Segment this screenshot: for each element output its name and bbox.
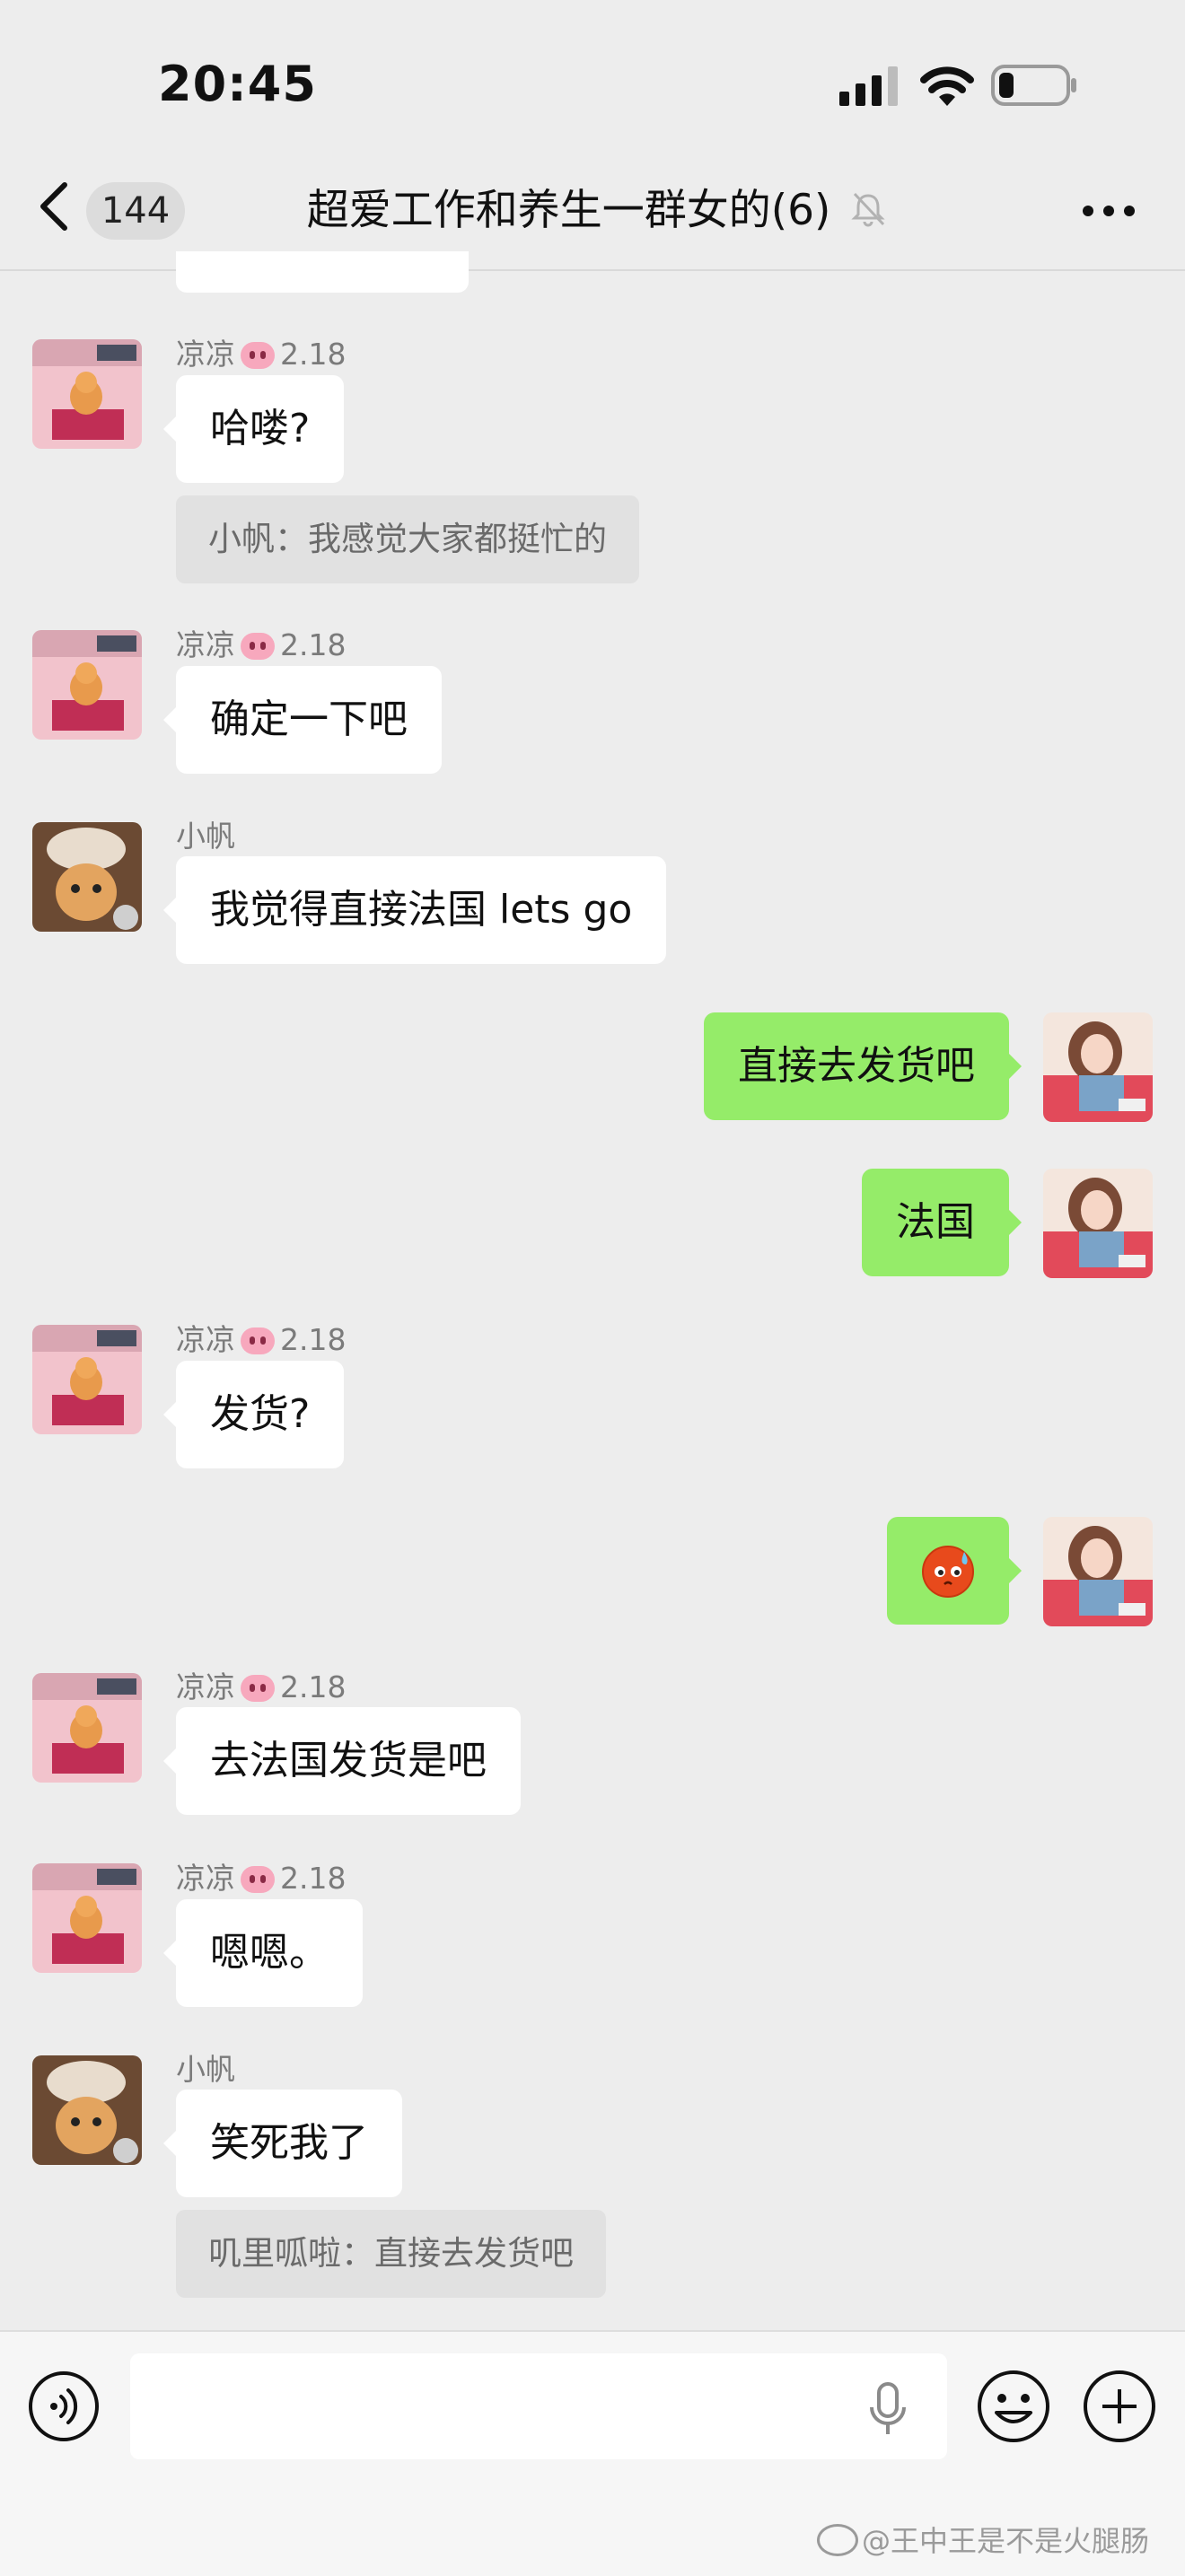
signal-icon xyxy=(839,66,898,106)
avatar-xiaofan[interactable] xyxy=(32,822,142,932)
wifi-icon xyxy=(920,66,974,106)
pig-face-emoji xyxy=(241,1675,275,1702)
avatar-liangliang[interactable] xyxy=(32,1325,142,1434)
message-bubble[interactable]: 笑死我了 xyxy=(163,2090,402,2197)
avatar-self[interactable] xyxy=(1043,1517,1153,1626)
pig-face-emoji xyxy=(241,342,275,369)
message-bubble[interactable]: 发货? xyxy=(162,1361,345,1468)
message-bubble[interactable]: 嗯嗯。 xyxy=(163,1899,363,2007)
sender-suffix: 2.18 xyxy=(280,337,347,372)
sender-name: 凉凉 2.18 xyxy=(176,621,346,664)
battery-icon xyxy=(991,65,1076,106)
avatar-liangliang[interactable] xyxy=(32,339,142,449)
avatar-xiaofan[interactable] xyxy=(32,2055,142,2165)
voice-input-icon[interactable] xyxy=(27,2370,101,2443)
unread-count-badge[interactable]: 144 xyxy=(86,182,185,240)
chat-title: 超爱工作和养生一群女的(6) xyxy=(269,180,925,242)
message-bubble[interactable]: 确定一下吧 xyxy=(163,666,442,774)
status-time: 20:45 xyxy=(158,56,317,112)
sender-name-text: 凉凉 xyxy=(176,1322,235,1357)
sender-name-text: 凉凉 xyxy=(176,1669,235,1704)
sender-name: 凉凉 2.18 xyxy=(176,1316,346,1359)
pig-face-emoji xyxy=(241,1327,275,1354)
sender-name-text: 凉凉 xyxy=(176,337,235,372)
avatar-liangliang[interactable] xyxy=(32,1673,142,1783)
back-icon[interactable] xyxy=(36,180,72,233)
sender-name-text: 凉凉 xyxy=(176,627,235,662)
chat-title-text: 超爱工作和养生一群女的(6) xyxy=(306,186,831,235)
pig-face-emoji xyxy=(241,1866,275,1893)
avatar-liangliang[interactable] xyxy=(32,630,142,740)
avatar-liangliang[interactable] xyxy=(32,1863,142,1973)
microphone-icon[interactable] xyxy=(867,2380,908,2438)
my-message-bubble[interactable]: 直接去发货吧 xyxy=(704,1012,1022,1120)
weibo-logo-icon xyxy=(817,2524,858,2556)
avatar-self[interactable] xyxy=(1043,1169,1153,1278)
more-options-icon[interactable] xyxy=(1082,205,1136,217)
message-bubble[interactable]: 去法国发货是吧 xyxy=(163,1707,521,1815)
watermark-text: @王中王是不是火腿肠 xyxy=(862,2524,1150,2558)
sender-name: 小帆 xyxy=(176,819,235,854)
my-emoji-bubble[interactable] xyxy=(887,1517,1022,1625)
message-bubble[interactable]: 我觉得直接法国 lets go xyxy=(162,856,667,964)
message-input[interactable] xyxy=(130,2353,947,2459)
quoted-reply[interactable]: 叽里呱啦：直接去发货吧 xyxy=(176,2210,606,2298)
sender-name: 凉凉 2.18 xyxy=(176,1663,346,1706)
emoji-picker-icon[interactable] xyxy=(975,2368,1052,2445)
sender-name: 凉凉 2.18 xyxy=(176,1854,346,1897)
sender-name: 小帆 xyxy=(176,2052,235,2087)
sender-suffix: 2.18 xyxy=(280,1322,347,1357)
sender-suffix: 2.18 xyxy=(280,1861,347,1896)
sender-name: 凉凉 2.18 xyxy=(176,330,346,373)
avatar-self[interactable] xyxy=(1043,1012,1153,1122)
mute-bell-icon xyxy=(851,192,885,227)
sender-name-text: 凉凉 xyxy=(176,1861,235,1896)
sweat-face-emoji-icon xyxy=(922,1546,974,1598)
cut-off-message-bubble xyxy=(176,251,469,293)
pig-face-emoji xyxy=(241,633,275,660)
sender-suffix: 2.18 xyxy=(280,1669,347,1704)
add-more-icon[interactable] xyxy=(1081,2368,1158,2445)
quoted-reply[interactable]: 小帆：我感觉大家都挺忙的 xyxy=(176,495,639,583)
my-message-bubble[interactable]: 法国 xyxy=(862,1169,1022,1276)
sender-suffix: 2.18 xyxy=(280,627,347,662)
message-bubble[interactable]: 哈喽? xyxy=(162,375,345,483)
weibo-watermark: @王中王是不是火腿肠 xyxy=(817,2519,1149,2560)
